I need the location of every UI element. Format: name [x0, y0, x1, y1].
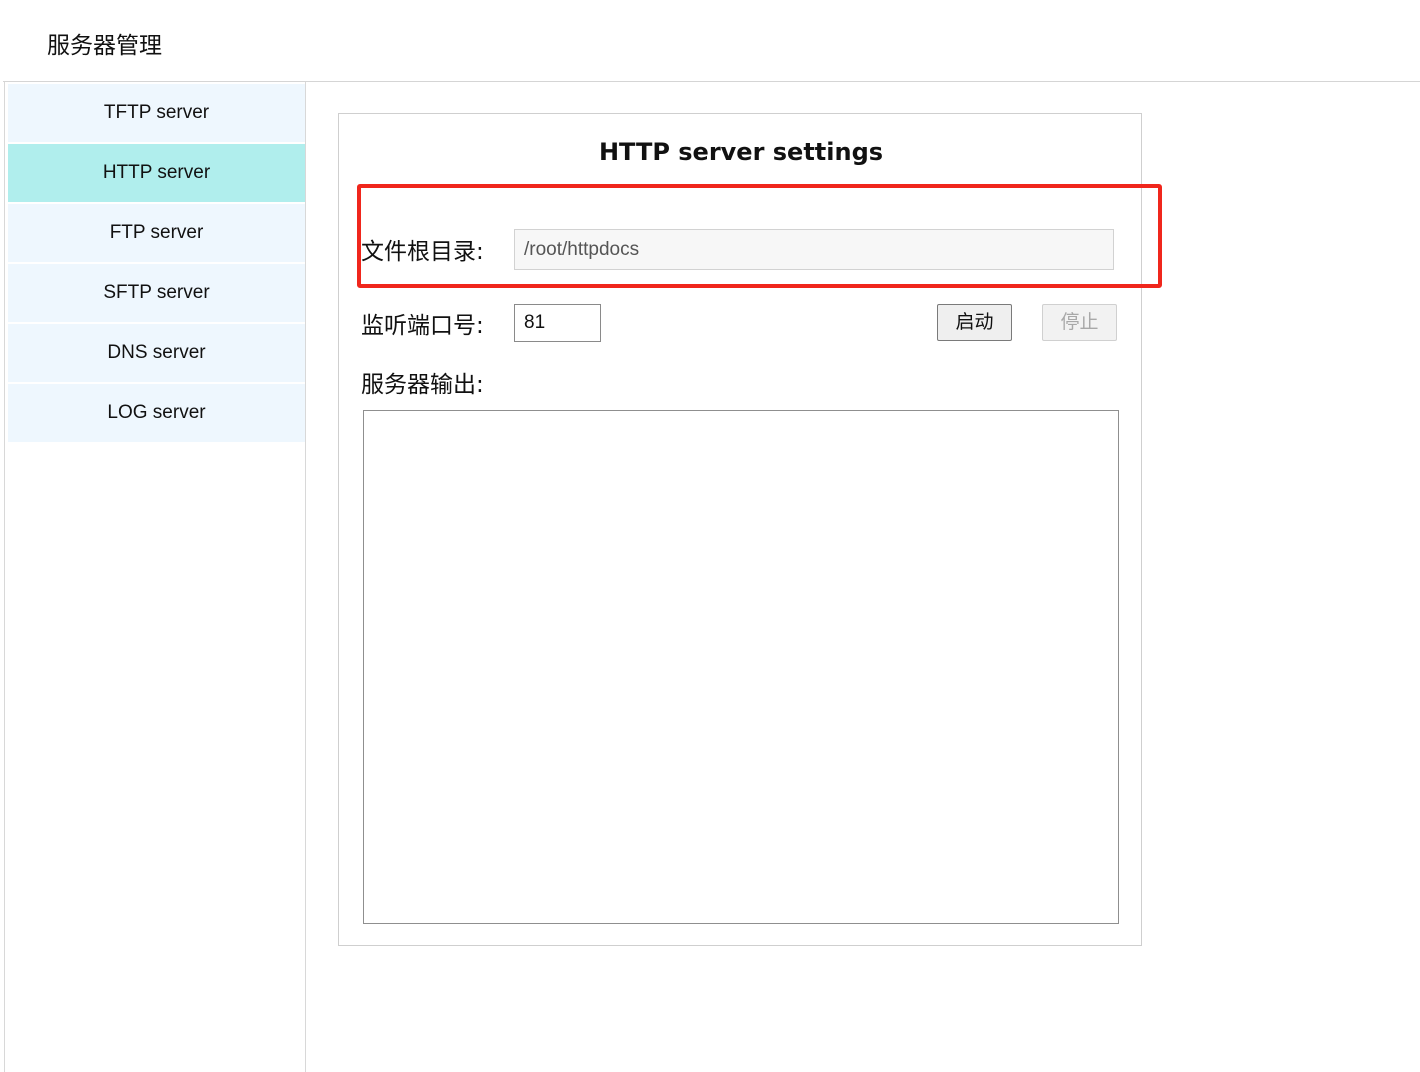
app-title: 服务器管理: [47, 33, 162, 59]
start-button[interactable]: 启动: [937, 304, 1012, 341]
stop-button[interactable]: 停止: [1042, 304, 1117, 341]
sidebar: TFTP server HTTP server FTP server SFTP …: [4, 82, 306, 1072]
panel-title: HTTP server settings: [598, 138, 884, 166]
port-input[interactable]: [514, 304, 601, 342]
root-dir-label: 文件根目录:: [361, 239, 484, 265]
sidebar-item-sftp[interactable]: SFTP server: [8, 264, 305, 322]
sidebar-list: TFTP server HTTP server FTP server SFTP …: [8, 84, 305, 444]
sidebar-item-tftp[interactable]: TFTP server: [8, 84, 305, 142]
sidebar-item-ftp[interactable]: FTP server: [8, 204, 305, 262]
root-dir-input[interactable]: [514, 229, 1114, 270]
sidebar-item-log[interactable]: LOG server: [8, 384, 305, 442]
server-output-textarea[interactable]: [363, 410, 1119, 924]
sidebar-item-http[interactable]: HTTP server: [8, 144, 305, 202]
port-label: 监听端口号:: [361, 313, 484, 339]
output-label: 服务器输出:: [361, 372, 484, 398]
sidebar-item-dns[interactable]: DNS server: [8, 324, 305, 382]
settings-panel: HTTP server settings 文件根目录: 监听端口号: 启动 停止…: [338, 113, 1142, 946]
